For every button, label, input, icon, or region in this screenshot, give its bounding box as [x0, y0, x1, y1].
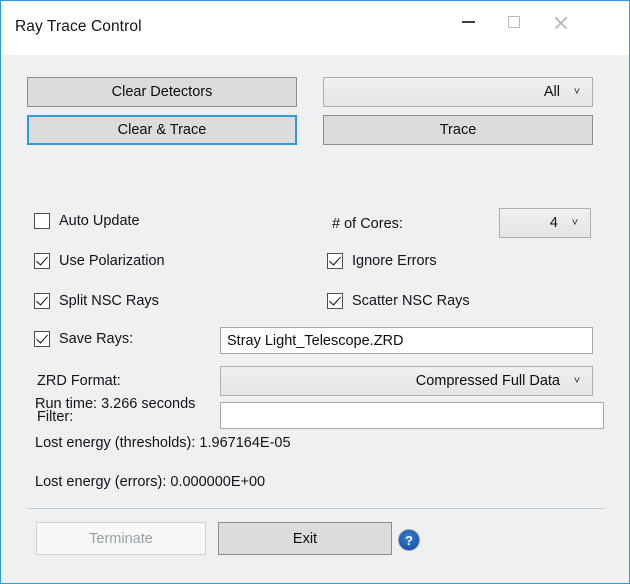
checkbox-box — [34, 331, 50, 347]
terminate-label: Terminate — [89, 531, 153, 547]
auto-update-checkbox[interactable]: Auto Update — [34, 213, 140, 229]
use-polarization-checkbox[interactable]: Use Polarization — [34, 253, 165, 269]
checkbox-box — [327, 253, 343, 269]
help-icon[interactable]: ? — [398, 529, 420, 551]
maximize-button[interactable] — [491, 2, 537, 42]
chevron-down-icon: ˅ — [568, 376, 592, 387]
cores-label: # of Cores: — [332, 216, 403, 232]
minimize-icon — [462, 21, 475, 23]
lost-energy-thresholds-status: Lost energy (thresholds): 1.967164E-05 — [35, 435, 291, 451]
cores-value: 4 — [550, 215, 566, 231]
split-nsc-rays-label: Split NSC Rays — [59, 293, 159, 309]
zrd-format-select[interactable]: Compressed Full Data ˅ — [220, 366, 593, 396]
ray-trace-control-window: Ray Trace Control Clear Detectors All ˅ … — [0, 0, 630, 584]
trace-button[interactable]: Trace — [323, 115, 593, 145]
detector-scope-select[interactable]: All ˅ — [323, 77, 593, 107]
chevron-down-icon: ˅ — [566, 218, 590, 229]
split-nsc-rays-checkbox[interactable]: Split NSC Rays — [34, 293, 159, 309]
lost-energy-errors-status: Lost energy (errors): 0.000000E+00 — [35, 474, 265, 490]
exit-button[interactable]: Exit — [218, 522, 392, 555]
trace-label: Trace — [440, 122, 477, 138]
zrd-format-value: Compressed Full Data — [416, 373, 568, 389]
auto-update-label: Auto Update — [59, 213, 140, 229]
close-button[interactable] — [537, 2, 583, 42]
scatter-nsc-rays-checkbox[interactable]: Scatter NSC Rays — [327, 293, 470, 309]
window-title: Ray Trace Control — [15, 18, 142, 36]
checkbox-box — [34, 213, 50, 229]
run-time-status: Run time: 3.266 seconds — [35, 396, 195, 412]
minimize-button[interactable] — [445, 2, 491, 42]
dialog-content: Clear Detectors All ˅ Clear & Trace Trac… — [2, 55, 630, 584]
ignore-errors-label: Ignore Errors — [352, 253, 437, 269]
terminate-button[interactable]: Terminate — [36, 522, 206, 555]
filter-input[interactable] — [220, 402, 604, 429]
cores-select[interactable]: 4 ˅ — [499, 208, 591, 238]
checkbox-box — [327, 293, 343, 309]
checkbox-box — [34, 253, 50, 269]
save-rays-label: Save Rays: — [59, 331, 133, 347]
use-polarization-label: Use Polarization — [59, 253, 165, 269]
save-rays-checkbox[interactable]: Save Rays: — [34, 331, 133, 347]
checkbox-box — [34, 293, 50, 309]
footer-divider — [27, 508, 605, 509]
close-icon — [553, 15, 568, 30]
exit-label: Exit — [293, 531, 317, 547]
clear-detectors-label: Clear Detectors — [112, 84, 213, 100]
chevron-down-icon: ˅ — [568, 87, 592, 98]
clear-and-trace-button[interactable]: Clear & Trace — [27, 115, 297, 145]
save-rays-filename-input[interactable]: Stray Light_Telescope.ZRD — [220, 327, 593, 354]
clear-detectors-button[interactable]: Clear Detectors — [27, 77, 297, 107]
ignore-errors-checkbox[interactable]: Ignore Errors — [327, 253, 437, 269]
titlebar: Ray Trace Control — [2, 2, 630, 56]
help-question-mark: ? — [405, 534, 413, 547]
scatter-nsc-rays-label: Scatter NSC Rays — [352, 293, 470, 309]
clear-and-trace-label: Clear & Trace — [118, 122, 207, 138]
zrd-format-label: ZRD Format: — [37, 373, 121, 389]
maximize-icon — [508, 16, 520, 28]
detector-scope-value: All — [544, 84, 568, 100]
